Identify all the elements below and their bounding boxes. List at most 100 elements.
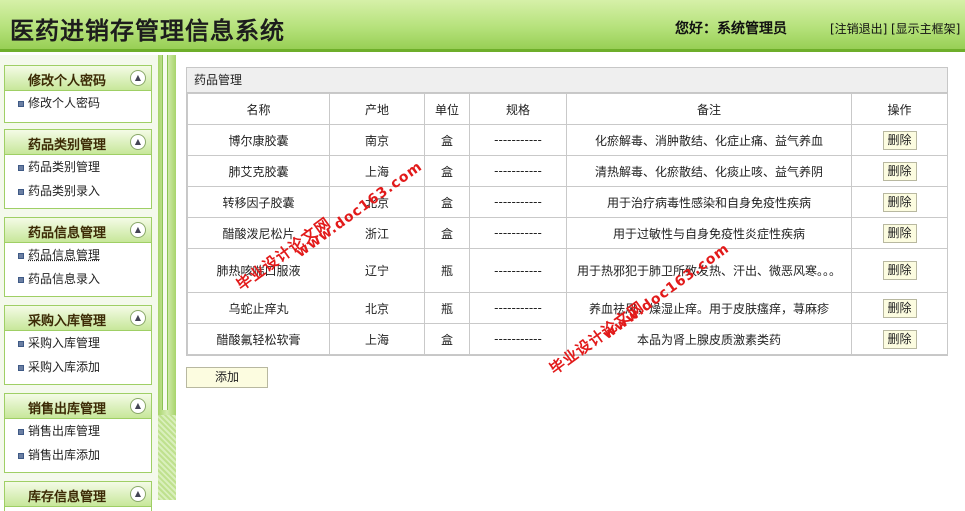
cell-action: 删除 (851, 292, 948, 324)
menu-header[interactable]: 药品信息管理 ▲ (5, 218, 151, 243)
collapse-icon[interactable]: ▲ (130, 222, 146, 238)
sidebar-item-drug-info-manage[interactable]: 药品信息管理 (5, 243, 151, 267)
menu-inventory: 库存信息管理 ▲ (4, 481, 152, 511)
delete-button[interactable]: 删除 (882, 329, 917, 349)
cell-note: 化瘀解毒、消肿散结、化症止痛、益气养血 (566, 124, 852, 156)
cell-origin: 南京 (329, 124, 425, 156)
menu-header[interactable]: 药品类别管理 ▲ (5, 130, 151, 155)
cell-spec: ----------- (469, 248, 567, 293)
cell-spec: ----------- (469, 124, 567, 156)
cell-origin: 上海 (329, 155, 425, 187)
splitter-grip[interactable] (158, 415, 176, 500)
cell-note: 用于过敏性与自身免疫性炎症性疾病 (566, 217, 852, 249)
cell-unit: 瓶 (424, 248, 470, 293)
delete-button[interactable]: 删除 (882, 298, 917, 318)
menu-title: 销售出库管理 (27, 402, 106, 417)
menu-title: 药品信息管理 (27, 226, 106, 241)
bullet-icon (18, 429, 24, 435)
cell-name: 乌蛇止痒丸 (187, 292, 330, 324)
collapse-icon[interactable]: ▲ (130, 134, 146, 150)
cell-unit: 盒 (424, 217, 470, 249)
collapse-icon[interactable]: ▲ (130, 310, 146, 326)
collapse-icon[interactable]: ▲ (130, 398, 146, 414)
sidebar-item-sales-manage[interactable]: 销售出库管理 (5, 419, 151, 443)
cell-note: 清热解毒、化瘀散结、化痰止咳、益气养阴 (566, 155, 852, 187)
sidebar-item-category-add[interactable]: 药品类别录入 (5, 179, 151, 203)
menu-password: 修改个人密码 ▲ 修改个人密码 (4, 65, 152, 123)
table-row: 博尔康胶囊 南京 盒 ----------- 化瘀解毒、消肿散结、化症止痛、益气… (187, 124, 948, 156)
panel-title: 药品管理 (187, 68, 947, 93)
cell-spec: ----------- (469, 217, 567, 249)
show-frame-link[interactable]: [显示主框架] (891, 20, 960, 37)
bullet-icon (18, 101, 24, 107)
menu-title: 药品类别管理 (27, 138, 106, 153)
menu-sales: 销售出库管理 ▲ 销售出库管理 销售出库添加 (4, 393, 152, 473)
table-header-row: 名称 产地 单位 规格 备注 操作 (187, 93, 948, 125)
cell-spec: ----------- (469, 292, 567, 324)
sidebar-item-change-password[interactable]: 修改个人密码 (5, 91, 151, 115)
cell-name: 醋酸泼尼松片 (187, 217, 330, 249)
bullet-icon (18, 189, 24, 195)
delete-button[interactable]: 删除 (882, 261, 917, 280)
table-row: 醋酸泼尼松片 浙江 盒 ----------- 用于过敏性与自身免疫性炎症性疾病… (187, 217, 948, 249)
sidebar-item-category-manage[interactable]: 药品类别管理 (5, 155, 151, 179)
menu-purchase: 采购入库管理 ▲ 采购入库管理 采购入库添加 (4, 305, 152, 385)
cell-origin: 上海 (329, 323, 425, 355)
column-header-note: 备注 (566, 93, 852, 125)
column-header-spec: 规格 (469, 93, 567, 125)
cell-unit: 瓶 (424, 292, 470, 324)
bullet-icon (18, 365, 24, 371)
menu-header[interactable]: 修改个人密码 ▲ (5, 66, 151, 91)
column-header-name: 名称 (187, 93, 330, 125)
sidebar-item-purchase-manage[interactable]: 采购入库管理 (5, 331, 151, 355)
delete-button[interactable]: 删除 (882, 130, 917, 150)
delete-button[interactable]: 删除 (882, 223, 917, 243)
bullet-icon (18, 453, 24, 459)
bullet-icon (18, 253, 24, 259)
cell-action: 删除 (851, 217, 948, 249)
menu-title: 库存信息管理 (27, 490, 106, 505)
delete-button[interactable]: 删除 (882, 192, 917, 212)
cell-origin: 北京 (329, 292, 425, 324)
delete-button[interactable]: 删除 (882, 161, 917, 181)
menu-header[interactable]: 库存信息管理 ▲ (5, 482, 151, 507)
app-title: 医药进销存管理信息系统 (10, 16, 285, 45)
cell-spec: ----------- (469, 155, 567, 187)
table-row: 肺热咳喘口服液 辽宁 瓶 ----------- 用于热邪犯于肺卫所致发热、汗出… (187, 248, 948, 293)
sidebar-item-drug-info-add[interactable]: 药品信息录入 (5, 267, 151, 291)
user-greeting: 您好：系统管理员 (675, 21, 787, 37)
menu-title: 修改个人密码 (27, 74, 106, 89)
table-row: 醋酸氟轻松软膏 上海 盒 ----------- 本品为肾上腺皮质激素类药 删除 (187, 323, 948, 355)
menu-drug-category: 药品类别管理 ▲ 药品类别管理 药品类别录入 (4, 129, 152, 209)
cell-origin: 辽宁 (329, 248, 425, 293)
table-row: 乌蛇止痒丸 北京 瓶 ----------- 养血祛风，燥湿止痒。用于皮肤瘙痒，… (187, 292, 948, 324)
drug-management-panel: 药品管理 名称 产地 单位 规格 备注 操作 博尔康胶囊 南京 盒 ------… (186, 67, 948, 356)
cell-spec: ----------- (469, 323, 567, 355)
cell-action: 删除 (851, 155, 948, 187)
cell-action: 删除 (851, 124, 948, 156)
menu-header[interactable]: 采购入库管理 ▲ (5, 306, 151, 331)
cell-action: 删除 (851, 186, 948, 218)
cell-name: 博尔康胶囊 (187, 124, 330, 156)
bullet-icon (18, 277, 24, 283)
logout-link[interactable]: [注销退出] (830, 20, 887, 37)
collapse-icon[interactable]: ▲ (130, 70, 146, 86)
cell-note: 本品为肾上腺皮质激素类药 (566, 323, 852, 355)
column-header-unit: 单位 (424, 93, 470, 125)
drug-table: 名称 产地 单位 规格 备注 操作 博尔康胶囊 南京 盒 -----------… (187, 93, 948, 355)
cell-unit: 盒 (424, 124, 470, 156)
menu-title: 采购入库管理 (27, 314, 106, 329)
table-row: 肺艾克胶囊 上海 盒 ----------- 清热解毒、化瘀散结、化痰止咳、益气… (187, 155, 948, 187)
bullet-icon (18, 165, 24, 171)
cell-action: 删除 (851, 248, 948, 293)
cell-unit: 盒 (424, 155, 470, 187)
sidebar-item-purchase-add[interactable]: 采购入库添加 (5, 355, 151, 379)
menu-header[interactable]: 销售出库管理 ▲ (5, 394, 151, 419)
add-button[interactable]: 添加 (186, 367, 268, 388)
sidebar-item-sales-add[interactable]: 销售出库添加 (5, 443, 151, 467)
splitter-track (162, 55, 168, 410)
cell-origin: 浙江 (329, 217, 425, 249)
cell-note: 养血祛风，燥湿止痒。用于皮肤瘙痒，荨麻疹 (566, 292, 852, 324)
cell-origin: 北京 (329, 186, 425, 218)
cell-spec: ----------- (469, 186, 567, 218)
